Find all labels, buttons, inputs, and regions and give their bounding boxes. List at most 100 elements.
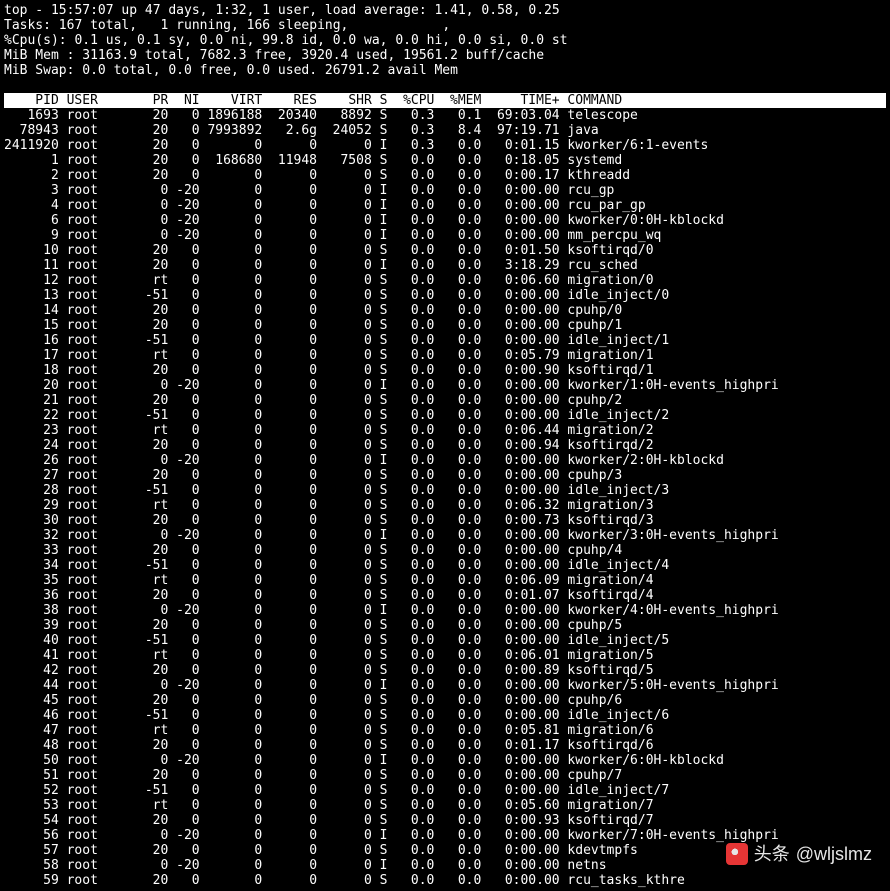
cell-res: 0 [262, 243, 317, 258]
cell-user: root [59, 678, 137, 693]
table-row[interactable]: 44root0-20000I0.00.00:00.00kworker/5:0H-… [4, 678, 886, 693]
table-row[interactable]: 47rootrt0000S0.00.00:05.81migration/6 [4, 723, 886, 738]
table-row[interactable]: 9root0-20000I0.00.00:00.00mm_percpu_wq [4, 228, 886, 243]
cell-pr: 0 [137, 858, 168, 873]
cell-mem: 0.0 [434, 708, 481, 723]
table-row[interactable]: 15root200000S0.00.00:00.00cpuhp/1 [4, 318, 886, 333]
table-row[interactable]: 46root-510000S0.00.00:00.00idle_inject/6 [4, 708, 886, 723]
col-cpu[interactable]: %CPU [387, 93, 434, 108]
cell-pid: 18 [4, 363, 59, 378]
table-row[interactable]: 21root200000S0.00.00:00.00cpuhp/2 [4, 393, 886, 408]
table-row[interactable]: 42root200000S0.00.00:00.89ksoftirqd/5 [4, 663, 886, 678]
col-shr[interactable]: SHR [317, 93, 372, 108]
cell-res: 0 [262, 723, 317, 738]
cell-cpu: 0.0 [387, 243, 434, 258]
col-pr[interactable]: PR [137, 93, 168, 108]
table-row[interactable]: 50root0-20000I0.00.00:00.00kworker/6:0H-… [4, 753, 886, 768]
table-row[interactable]: 17rootrt0000S0.00.00:05.79migration/1 [4, 348, 886, 363]
col-virt[interactable]: VIRT [200, 93, 263, 108]
cell-shr: 7508 [317, 153, 372, 168]
table-row[interactable]: 16root-510000S0.00.00:00.00idle_inject/1 [4, 333, 886, 348]
cell-virt: 0 [200, 558, 263, 573]
table-row[interactable]: 35rootrt0000S0.00.00:06.09migration/4 [4, 573, 886, 588]
cell-ni: 0 [168, 393, 199, 408]
cell-cmd: migration/5 [560, 648, 886, 663]
cell-ni: 0 [168, 708, 199, 723]
cell-cpu: 0.0 [387, 363, 434, 378]
table-row[interactable]: 41rootrt0000S0.00.00:06.01migration/5 [4, 648, 886, 663]
table-row[interactable]: 53rootrt0000S0.00.00:05.60migration/7 [4, 798, 886, 813]
table-row[interactable]: 59root200000S0.00.00:00.00rcu_tasks_kthr… [4, 873, 886, 888]
col-s[interactable]: S [372, 93, 388, 108]
cell-virt: 0 [200, 648, 263, 663]
table-row[interactable]: 40root-510000S0.00.00:00.00idle_inject/5 [4, 633, 886, 648]
table-row[interactable]: 11root200000I0.00.03:18.29rcu_sched [4, 258, 886, 273]
cell-user: root [59, 108, 137, 123]
cell-virt: 0 [200, 438, 263, 453]
table-row[interactable]: 39root200000S0.00.00:00.00cpuhp/5 [4, 618, 886, 633]
table-row[interactable]: 1693root2001896188203408892S0.30.169:03.… [4, 108, 886, 123]
table-row[interactable]: 27root200000S0.00.00:00.00cpuhp/3 [4, 468, 886, 483]
col-pid[interactable]: PID [4, 93, 59, 108]
table-row[interactable]: 33root200000S0.00.00:00.00cpuhp/4 [4, 543, 886, 558]
col-user[interactable]: USER [59, 93, 137, 108]
cell-pr: 0 [137, 378, 168, 393]
col-ni[interactable]: NI [168, 93, 199, 108]
table-row[interactable]: 29rootrt0000S0.00.00:06.32migration/3 [4, 498, 886, 513]
col-command[interactable]: COMMAND [560, 93, 886, 108]
table-row[interactable]: 2411920root200000I0.30.00:01.15kworker/6… [4, 138, 886, 153]
table-row[interactable]: 26root0-20000I0.00.00:00.00kworker/2:0H-… [4, 453, 886, 468]
table-row[interactable]: 12rootrt0000S0.00.00:06.60migration/0 [4, 273, 886, 288]
top-output[interactable]: top - 15:57:07 up 47 days, 1:32, 1 user,… [0, 0, 890, 891]
cell-shr: 0 [317, 333, 372, 348]
cell-res: 0 [262, 348, 317, 363]
table-row[interactable]: 34root-510000S0.00.00:00.00idle_inject/4 [4, 558, 886, 573]
table-row[interactable]: 48root200000S0.00.00:01.17ksoftirqd/6 [4, 738, 886, 753]
table-row[interactable]: 30root200000S0.00.00:00.73ksoftirqd/3 [4, 513, 886, 528]
cell-mem: 0.0 [434, 258, 481, 273]
table-row[interactable]: 22root-510000S0.00.00:00.00idle_inject/2 [4, 408, 886, 423]
table-header[interactable]: PID USER PR NI VIRT RES SHR S %CPU %MEM … [4, 93, 886, 108]
cell-shr: 0 [317, 588, 372, 603]
cell-user: root [59, 603, 137, 618]
cell-ni: 0 [168, 408, 199, 423]
cell-shr: 0 [317, 873, 372, 888]
table-row[interactable]: 20root0-20000I0.00.00:00.00kworker/1:0H-… [4, 378, 886, 393]
cell-ni: 0 [168, 498, 199, 513]
cell-pid: 9 [4, 228, 59, 243]
table-row[interactable]: 78943root20079938922.6g24052S0.38.497:19… [4, 123, 886, 138]
table-row[interactable]: 6root0-20000I0.00.00:00.00kworker/0:0H-k… [4, 213, 886, 228]
table-row[interactable]: 54root200000S0.00.00:00.93ksoftirqd/7 [4, 813, 886, 828]
col-res[interactable]: RES [262, 93, 317, 108]
cell-pid: 53 [4, 798, 59, 813]
table-row[interactable]: 28root-510000S0.00.00:00.00idle_inject/3 [4, 483, 886, 498]
cell-pr: -51 [137, 783, 168, 798]
table-row[interactable]: 51root200000S0.00.00:00.00cpuhp/7 [4, 768, 886, 783]
cell-virt: 0 [200, 198, 263, 213]
cell-virt: 0 [200, 663, 263, 678]
table-row[interactable]: 18root200000S0.00.00:00.90ksoftirqd/1 [4, 363, 886, 378]
cell-time: 0:00.00 [481, 453, 559, 468]
table-row[interactable]: 52root-510000S0.00.00:00.00idle_inject/7 [4, 783, 886, 798]
table-row[interactable]: 4root0-20000I0.00.00:00.00rcu_par_gp [4, 198, 886, 213]
table-row[interactable]: 36root200000S0.00.00:01.07ksoftirqd/4 [4, 588, 886, 603]
col-mem[interactable]: %MEM [434, 93, 481, 108]
table-row[interactable]: 2root200000S0.00.00:00.17kthreadd [4, 168, 886, 183]
table-row[interactable]: 1root200168680119487508S0.00.00:18.05sys… [4, 153, 886, 168]
table-row[interactable]: 45root200000S0.00.00:00.00cpuhp/6 [4, 693, 886, 708]
table-row[interactable]: 56root0-20000I0.00.00:00.00kworker/7:0H-… [4, 828, 886, 843]
cell-time: 0:00.00 [481, 393, 559, 408]
table-row[interactable]: 3root0-20000I0.00.00:00.00rcu_gp [4, 183, 886, 198]
table-row[interactable]: 24root200000S0.00.00:00.94ksoftirqd/2 [4, 438, 886, 453]
table-row[interactable]: 14root200000S0.00.00:00.00cpuhp/0 [4, 303, 886, 318]
cell-time: 0:00.00 [481, 483, 559, 498]
cell-mem: 0.0 [434, 318, 481, 333]
cell-ni: 0 [168, 513, 199, 528]
table-row[interactable]: 38root0-20000I0.00.00:00.00kworker/4:0H-… [4, 603, 886, 618]
table-row[interactable]: 10root200000S0.00.00:01.50ksoftirqd/0 [4, 243, 886, 258]
table-row[interactable]: 32root0-20000I0.00.00:00.00kworker/3:0H-… [4, 528, 886, 543]
table-row[interactable]: 13root-510000S0.00.00:00.00idle_inject/0 [4, 288, 886, 303]
table-row[interactable]: 23rootrt0000S0.00.00:06.44migration/2 [4, 423, 886, 438]
col-time[interactable]: TIME+ [481, 93, 559, 108]
cell-res: 0 [262, 543, 317, 558]
